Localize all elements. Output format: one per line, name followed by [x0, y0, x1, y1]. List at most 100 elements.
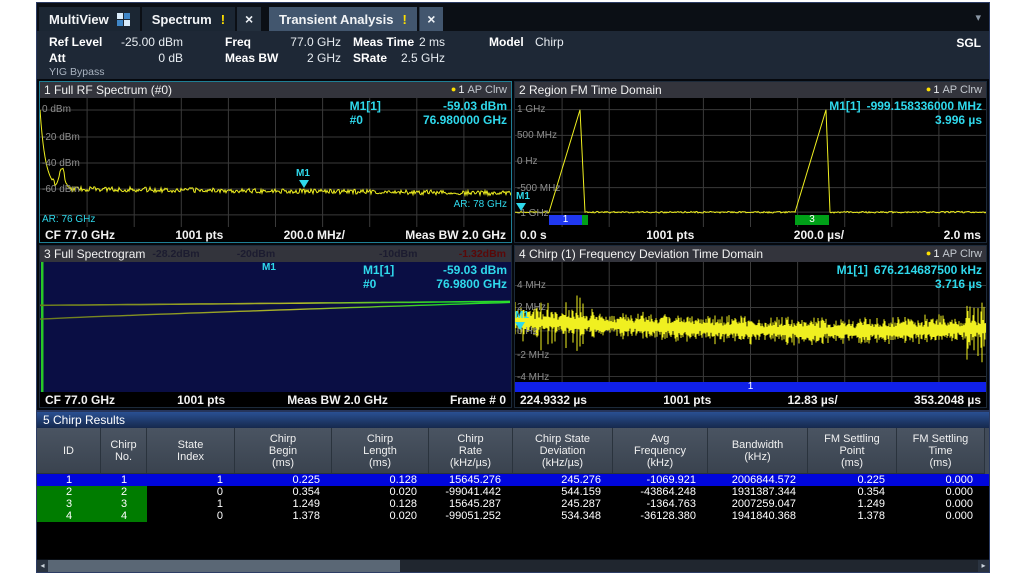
tab-transient-analysis[interactable]: Transient Analysis ! [269, 7, 417, 31]
window-chirp-freq-deviation[interactable]: 4 Chirp (1) Frequency Deviation Time Dom… [514, 245, 987, 408]
model-label: Model [489, 35, 524, 49]
table-row[interactable]: 1110.2250.12815645.276245.276-1069.92120… [37, 474, 989, 486]
tab-multiview-label: MultiView [49, 12, 109, 27]
y-axis-label: -40 dBm [42, 158, 80, 169]
panel1-header[interactable]: 1 Full RF Spectrum (#0) ●1AP Clrw [40, 82, 511, 98]
table-cell: -99041.442 [429, 486, 513, 498]
footer-item: 353.2048 µs [914, 393, 981, 407]
y-axis-label: -20 dBm [42, 132, 80, 143]
panel1-title: 1 Full RF Spectrum (#0) [44, 83, 172, 97]
tab-multiview[interactable]: MultiView [39, 7, 140, 31]
marker-m1-flag[interactable]: M1 [515, 310, 529, 321]
close-icon[interactable]: × [237, 7, 261, 31]
table-cell: 0.020 [332, 510, 429, 522]
table-row[interactable]: 2200.3540.020-99041.442544.159-43864.248… [37, 486, 989, 498]
results-table-title: 5 Chirp Results [37, 412, 989, 428]
table-cell: 0.128 [332, 498, 429, 510]
freq-value[interactable]: 77.0 GHz [275, 35, 341, 49]
horizontal-scrollbar[interactable]: ◂ ▸ [37, 559, 989, 572]
footer-item: 1001 pts [646, 228, 694, 242]
table-cell: 1941840.368 [708, 510, 808, 522]
table-cell: 2 [37, 486, 101, 498]
table-cell: 0.225 [235, 474, 332, 486]
table-row[interactable]: 4401.3780.020-99051.252534.348-36128.380… [37, 510, 989, 522]
table-cell: 0.354 [235, 486, 332, 498]
y-axis-label: 0 dBm [42, 104, 71, 115]
footer-item: 200.0 µs/ [794, 228, 844, 242]
multiview-grid-icon [117, 13, 130, 26]
meas-time-value[interactable]: 2 ms [409, 35, 445, 49]
model-value[interactable]: Chirp [535, 35, 564, 49]
scrollbar-thumb[interactable] [48, 560, 400, 572]
marker-m1-flag[interactable]: M1 [516, 191, 530, 202]
window-region-fm-time-domain[interactable]: 2 Region FM Time Domain ●1AP Clrw M1[1]-… [514, 81, 987, 243]
panel2-title: 2 Region FM Time Domain [519, 83, 662, 97]
single-sweep-indicator: SGL [956, 36, 981, 50]
table-cell: -36128.380 [613, 510, 708, 522]
table-cell: 15645.287 [429, 498, 513, 510]
table-cell: -43864.248 [613, 486, 708, 498]
panel4-title: 4 Chirp (1) Frequency Deviation Time Dom… [519, 247, 763, 261]
footer-item: Meas BW 2.0 GHz [405, 228, 506, 242]
column-header: ChirpLength(ms) [332, 428, 429, 474]
table-cell: 0.000 [897, 498, 985, 510]
meas-time-label: Meas Time [353, 35, 414, 49]
results-table: 1110.2250.12815645.276245.276-1069.92120… [37, 474, 989, 522]
panel3-footer: CF 77.0 GHz1001 ptsMeas BW 2.0 GHzFrame … [40, 392, 511, 407]
panel4-header[interactable]: 4 Chirp (1) Frequency Deviation Time Dom… [515, 246, 986, 262]
table-cell: 2 [101, 486, 147, 498]
region-bar: 1 [515, 382, 986, 392]
column-header: AvgFrequency(kHz) [613, 428, 708, 474]
column-header: ID [37, 428, 101, 474]
table-cell: 1931387.344 [708, 486, 808, 498]
footer-item: 1001 pts [175, 228, 223, 242]
footer-item: Frame # 0 [450, 393, 506, 407]
panel1-graph: M1[1]-59.03 dBm #076.980000 GHz M1 AR: 7… [40, 98, 511, 227]
table-cell: -1364.763 [613, 498, 708, 510]
meas-bw-value[interactable]: 2 GHz [275, 51, 341, 65]
panel3-title: 3 Full Spectrogram [44, 247, 145, 261]
table-row[interactable]: 3311.2490.12815645.287245.287-1364.76320… [37, 498, 989, 510]
window-full-rf-spectrum[interactable]: 1 Full RF Spectrum (#0) ●1AP Clrw M1[1]-… [39, 81, 512, 243]
table-cell: 1.249 [235, 498, 332, 510]
panel4-marker-readout: M1[1]676.214687500 kHz 3.716 µs [837, 263, 982, 291]
table-cell: 0.000 [897, 510, 985, 522]
table-cell: 0.000 [897, 474, 985, 486]
y-axis-label: 1 GHz [517, 104, 545, 115]
marker-m1-icon[interactable] [299, 180, 309, 188]
srate-value[interactable]: 2.5 GHz [389, 51, 445, 65]
scroll-right-icon[interactable]: ▸ [978, 560, 989, 572]
table-cell: 245.287 [513, 498, 613, 510]
scroll-left-icon[interactable]: ◂ [37, 560, 48, 572]
panel3-header[interactable]: 3 Full Spectrogram -28.2dBm -20dBm -10dB… [40, 246, 511, 262]
tab-spectrum[interactable]: Spectrum ! [142, 7, 235, 31]
y-axis-label: 500 MHz [517, 130, 557, 141]
att-value[interactable]: 0 dB [107, 51, 183, 65]
table-cell: 0.020 [332, 486, 429, 498]
marker-m1-flag[interactable]: M1 [296, 168, 310, 179]
ref-level-value[interactable]: -25.00 dBm [107, 35, 183, 49]
panel3-marker-readout: M1[1]-59.03 dBm #076.9800 GHz [363, 263, 507, 291]
marker-m1-icon[interactable] [515, 322, 525, 330]
panel2-header[interactable]: 2 Region FM Time Domain ●1AP Clrw [515, 82, 986, 98]
panel2-footer: 0.0 s1001 pts200.0 µs/2.0 ms [515, 227, 986, 242]
panels-grid: 1 Full RF Spectrum (#0) ●1AP Clrw M1[1]-… [37, 79, 989, 410]
table-cell: 1.249 [808, 498, 897, 510]
spectrogram-color-scale: -28.2dBm -20dBm -10dBm -1.32dBm [151, 248, 507, 261]
marker-m1-flag[interactable]: M1 [262, 262, 276, 273]
trace-dot-icon: ● [926, 248, 931, 258]
settings-bar: Ref Level -25.00 dBm Freq 77.0 GHz Meas … [37, 31, 989, 79]
window-full-spectrogram[interactable]: 3 Full Spectrogram -28.2dBm -20dBm -10dB… [39, 245, 512, 408]
table-cell: -99051.252 [429, 510, 513, 522]
close-icon[interactable]: × [419, 7, 443, 31]
results-table-header: IDChirpNo.StateIndexChirpBegin(ms)ChirpL… [37, 428, 989, 474]
panel3-graph: M1[1]-59.03 dBm #076.9800 GHz M1 [40, 262, 511, 392]
footer-item: 224.9332 µs [520, 393, 587, 407]
y-axis-label: -60 dBm [42, 184, 80, 195]
footer-item: Meas BW 2.0 GHz [287, 393, 388, 407]
chevron-down-icon[interactable]: ▾ [975, 11, 981, 24]
marker-m1-icon[interactable] [516, 203, 526, 211]
alert-icon: ! [221, 12, 225, 27]
table-cell: 1 [147, 498, 235, 510]
region-bar: 3 [795, 215, 829, 225]
